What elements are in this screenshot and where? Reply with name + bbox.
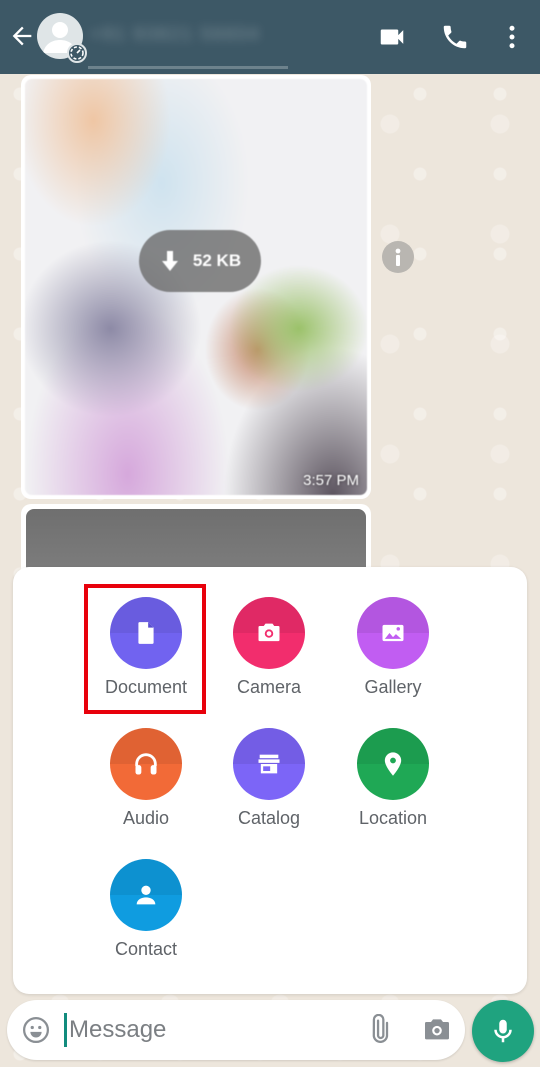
attach-camera[interactable]: Camera [214, 597, 324, 707]
location-pin-icon [357, 728, 429, 800]
attach-label: Contact [114, 939, 178, 959]
image-message-partial[interactable] [21, 504, 371, 574]
download-button[interactable]: 52 KB [139, 230, 261, 292]
info-icon[interactable] [382, 241, 414, 273]
highlight-box [84, 584, 206, 714]
attach-label: Audio [122, 808, 170, 828]
image-message[interactable]: 52 KB 3:57 PM [21, 75, 371, 499]
attach-catalog[interactable]: Catalog [214, 728, 324, 838]
message-input-bar [7, 1000, 465, 1060]
microphone-button[interactable] [472, 1000, 534, 1062]
person-icon [110, 859, 182, 931]
image-preview [26, 509, 366, 574]
voice-call-icon[interactable] [440, 22, 470, 52]
status-icon [67, 43, 87, 63]
camera-icon[interactable] [421, 1014, 453, 1046]
name-underline [88, 66, 288, 69]
attach-label: Location [358, 808, 428, 828]
blurred-image-preview: 52 KB 3:57 PM [25, 79, 367, 495]
download-icon [161, 251, 178, 271]
message-input[interactable] [69, 1010, 349, 1050]
headphones-icon [110, 728, 182, 800]
attach-label: Catalog [237, 808, 301, 828]
attach-gallery[interactable]: Gallery [338, 597, 448, 707]
attach-location[interactable]: Location [338, 728, 448, 838]
microphone-icon [494, 1019, 512, 1043]
message-timestamp: 3:57 PM [303, 472, 359, 489]
store-icon [233, 728, 305, 800]
attach-label: Camera [236, 677, 302, 697]
download-size: 52 KB [192, 251, 242, 270]
attach-audio[interactable]: Audio [91, 728, 201, 838]
chat-header: +91 93821 56604 [0, 0, 540, 74]
paperclip-icon[interactable] [363, 1013, 395, 1046]
attach-contact[interactable]: Contact [91, 859, 201, 969]
contact-name[interactable]: +91 93821 56604 [90, 24, 290, 46]
more-options-icon[interactable] [497, 22, 527, 52]
emoji-icon[interactable] [21, 1015, 51, 1045]
back-arrow-icon[interactable] [8, 22, 36, 50]
text-caret [64, 1013, 67, 1047]
camera-icon [233, 597, 305, 669]
video-call-icon[interactable] [377, 22, 407, 52]
gallery-icon [357, 597, 429, 669]
attach-label: Gallery [364, 677, 422, 697]
